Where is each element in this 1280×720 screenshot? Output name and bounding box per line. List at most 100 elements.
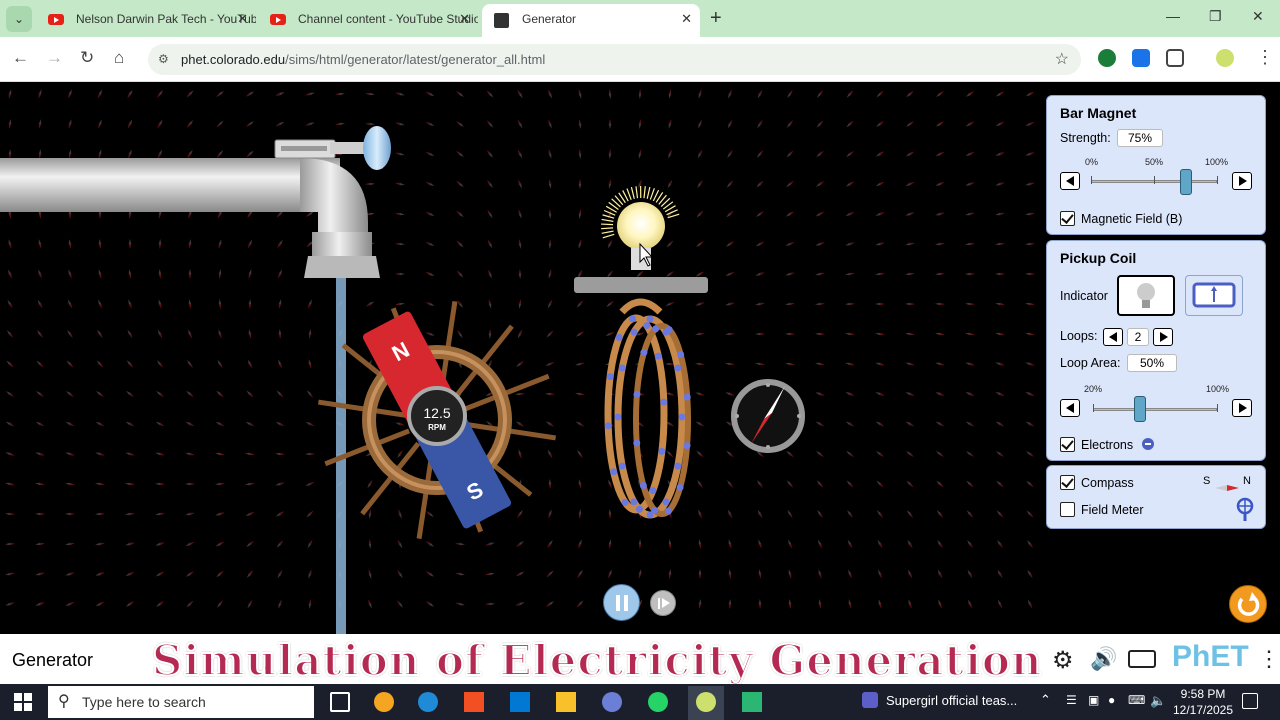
taskbar-app-icon-2[interactable] [602,692,622,712]
browser-menu-icon[interactable]: ⋮ [1256,47,1274,68]
clock-time[interactable]: 9:58 PM [1178,687,1228,701]
bookmark-star-icon[interactable]: ☆ [1055,44,1069,75]
field-needle [65,421,75,427]
windows-start-icon[interactable] [14,693,32,711]
minimize-icon[interactable]: — [1166,8,1180,24]
field-needle [98,239,102,249]
reset-all-button[interactable] [1229,585,1267,623]
edge-icon[interactable] [418,692,438,712]
strength-decrease-button[interactable] [1060,172,1080,190]
field-needle [905,121,915,127]
field-needle [215,482,225,486]
site-info-icon[interactable]: ⚙ [158,44,169,75]
step-forward-button[interactable] [650,590,676,616]
close-tab-icon[interactable]: ✕ [681,4,692,34]
profile-avatar-icon[interactable] [1216,49,1234,67]
strength-slider-thumb[interactable] [1179,169,1192,195]
loop-area-slider-track[interactable] [1093,408,1217,411]
chrome-taskbar-button[interactable] [688,686,724,720]
taskbar-search-box[interactable]: ⚲ Type here to search [48,686,314,718]
field-needle [7,269,13,279]
settings-gear-icon[interactable]: ⚙ [1052,646,1074,675]
compass[interactable] [731,379,805,453]
taskbar-app-icon[interactable] [374,692,394,712]
field-needle [906,450,914,458]
close-tab-icon[interactable]: ✕ [459,4,470,34]
home-icon[interactable]: ⌂ [114,48,124,68]
media-title[interactable]: Supergirl official teas... [886,693,1017,708]
keyboard-icon[interactable] [1128,650,1156,668]
compass-checkbox[interactable] [1060,475,1075,490]
field-needle [666,450,674,458]
task-view-icon[interactable] [330,692,350,712]
field-needle [995,362,1005,366]
show-hidden-icons-icon[interactable]: ⌃ [1040,692,1051,708]
outlook-icon[interactable] [510,692,530,712]
language-icon[interactable]: ⌨ [1128,693,1145,707]
field-needle [1025,121,1035,127]
network-icon[interactable]: ☰ [1066,693,1077,707]
close-tab-icon[interactable]: ✕ [237,4,248,34]
taskbar-app-icon-3[interactable] [742,692,762,712]
field-needle [965,332,975,336]
pause-button[interactable] [603,584,640,621]
field-needle [275,511,285,517]
reload-icon[interactable]: ↻ [80,48,94,68]
tab-youtube-channel[interactable]: Nelson Darwin Pak Tech - YouTube ✕ [36,4,256,37]
extension-translate-icon[interactable] [1132,49,1150,67]
loops-decrease-button[interactable] [1103,328,1123,346]
field-needle [397,569,403,579]
phet-menu-icon[interactable]: ⋮ [1258,646,1280,672]
extensions-puzzle-icon[interactable] [1166,49,1184,67]
pickup-coil[interactable] [604,298,691,519]
field-needle [395,422,405,426]
electron [649,487,657,495]
tab-search-chevron-icon[interactable]: ⌄ [6,6,32,32]
field-needle [697,179,703,189]
tab-generator[interactable]: Generator ✕ [482,4,700,37]
water-faucet[interactable] [0,126,391,278]
camera-icon[interactable]: ▣ [1088,693,1099,707]
field-needle [398,509,402,519]
field-meter-checkbox[interactable] [1060,502,1075,517]
strength-increase-button[interactable] [1232,172,1252,190]
volume-icon[interactable]: 🔈 [1150,693,1166,709]
file-explorer-icon[interactable] [556,692,576,712]
loop-area-slider-thumb[interactable] [1133,396,1146,422]
indicator-voltmeter-button[interactable] [1185,275,1243,316]
electrons-checkbox[interactable] [1060,437,1075,452]
url-field[interactable]: ⚙ phet.colorado.edu/sims/html/generator/… [148,44,1081,75]
tab-channel-content[interactable]: Channel content - YouTube Studio ✕ [258,4,478,37]
sound-icon[interactable]: 🔊 [1090,646,1117,672]
field-needle [545,392,555,396]
field-needle [668,119,672,129]
loop-area-decrease-button[interactable] [1060,399,1080,417]
field-needle [845,211,855,217]
electron [639,481,647,489]
browser-tab-bar: ⌄ Nelson Darwin Pak Tech - YouTube ✕ Cha… [0,0,1280,37]
faucet-valve-knob[interactable] [363,126,391,170]
field-needle [876,90,884,98]
loop-area-increase-button[interactable] [1232,399,1252,417]
field-needle [335,92,345,96]
magnetic-field-checkbox[interactable] [1060,211,1075,226]
store-icon[interactable] [464,692,484,712]
whatsapp-icon[interactable] [648,692,668,712]
field-needle [5,602,15,606]
new-tab-icon[interactable]: + [710,7,722,30]
extension-grammarly-icon[interactable] [1098,49,1116,67]
back-icon[interactable]: ← [12,48,29,68]
microphone-icon[interactable]: ● [1108,693,1115,707]
phet-logo[interactable]: PhET [1172,640,1249,674]
clock-date[interactable]: 12/17/2025 [1172,703,1234,717]
loops-increase-button[interactable] [1153,328,1173,346]
restore-icon[interactable]: ❐ [1209,8,1222,25]
close-window-icon[interactable]: ✕ [1252,8,1264,25]
notifications-icon[interactable] [1242,693,1258,709]
indicator-bulb-button[interactable] [1117,275,1175,316]
forward-icon[interactable]: → [46,48,63,68]
field-needle [785,302,795,306]
field-needle [545,421,555,427]
field-needle [517,509,523,519]
field-meter-probe-icon[interactable] [1235,497,1255,521]
